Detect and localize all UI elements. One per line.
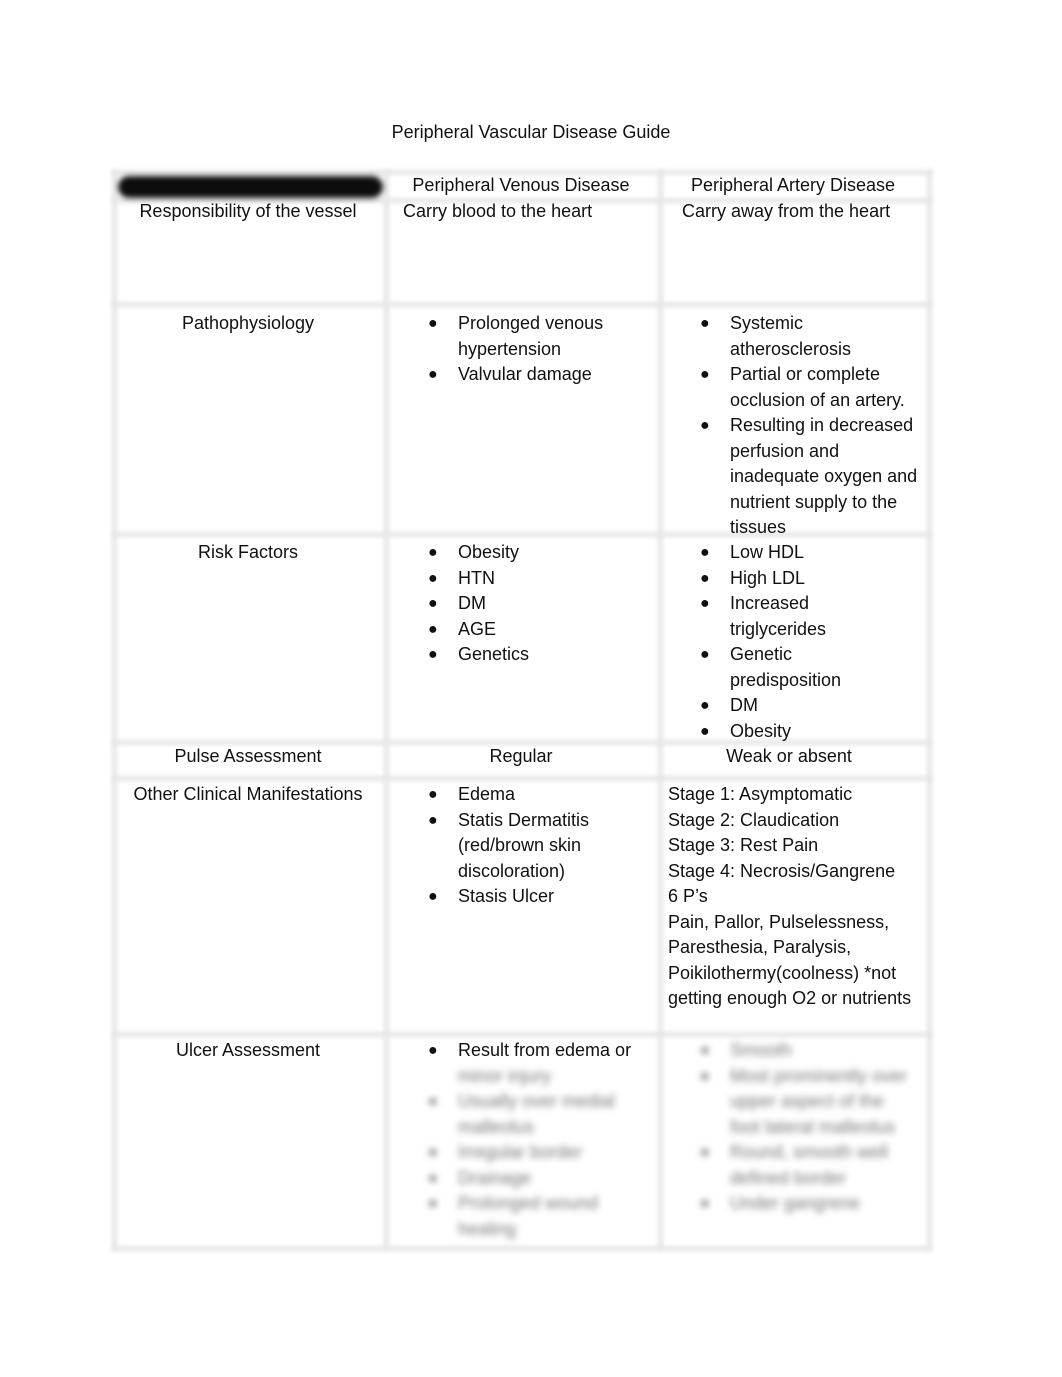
arterial-manifestations: Stage 1: Asymptomatic Stage 2: Claudicat… [668, 782, 923, 1012]
list-item: ● Drainage [428, 1166, 648, 1192]
list-item: ● Resulting in decreased perfusion and in… [700, 415, 918, 537]
arterial-risk-factors-list: ● Low HDL ● High LDL ● Increased triglyceri… [700, 540, 880, 745]
arterial-pulse: Weak or absent [726, 746, 852, 766]
bullet-icon: ● [428, 811, 438, 829]
bullet-icon: ● [428, 888, 438, 905]
bullet-icon: ● [700, 1195, 710, 1212]
blurred-content: minor injury ● Usually over medial malleo… [428, 1064, 648, 1243]
venous-responsibility: Carry blood to the heart [403, 201, 593, 221]
list-item: ● Stasis Ulcer [428, 884, 608, 910]
venous-risk-factors-list: ● Obesity ● HTN ● DM ● AGE ● Genetics [428, 540, 658, 668]
bullet-icon: ● [700, 544, 710, 561]
grid-line [112, 1032, 932, 1037]
arterial-ulcer-list: ● Smooth ● Most prominently over upper asp… [700, 1038, 915, 1217]
grid-line [384, 170, 389, 1250]
bullet-icon: ● [428, 366, 438, 383]
bullet-icon: ● [428, 1144, 438, 1161]
bullet-icon: ● [428, 1042, 438, 1059]
bullet-icon: ● [428, 1195, 438, 1212]
bullet-icon: ● [700, 646, 710, 663]
venous-column-header: Peripheral Venous Disease [412, 175, 630, 195]
list-item: ● HTN [428, 566, 658, 592]
list-item: ● AGE [428, 617, 658, 643]
list-item: ● Prolonged wound healing [428, 1193, 599, 1239]
list-item: ● Valvular damage [428, 362, 658, 388]
list-item: ● DM [700, 693, 880, 719]
six-ps-description: Pain, Pallor, Pulselessness, Paresthesia… [668, 911, 912, 1009]
list-item: ● DM [428, 591, 658, 617]
list-item: ● Result from edema or [428, 1038, 648, 1064]
grid-line [112, 776, 932, 781]
grid-line [112, 1246, 932, 1251]
arterial-column-header: Peripheral Artery Disease [690, 175, 896, 195]
list-item: ● Obesity [700, 719, 880, 745]
stage-line: Stage 4: Necrosis/Gangrene [668, 860, 896, 881]
redacted-header-cell [118, 176, 383, 198]
row-label-pulse: Pulse Assessment [174, 746, 322, 766]
bullet-icon: ● [428, 786, 438, 803]
list-item: ● Smooth [700, 1038, 915, 1064]
venous-manifestations-list: ● Edema ● Statis Dermatitis (red/brown ski… [428, 782, 608, 910]
list-item: ● Partial or complete occlusion of an art… [700, 364, 905, 410]
bullet-icon: ● [700, 697, 710, 714]
bullet-icon: ● [428, 544, 438, 561]
stage-line: Stage 2: Claudication [668, 809, 840, 830]
bullet-icon: ● [700, 595, 710, 612]
bullet-icon: ● [700, 417, 710, 434]
grid-line [658, 170, 663, 1250]
bullet-icon: ● [428, 1093, 438, 1110]
bullet-icon: ● [700, 366, 710, 383]
list-item: ● High LDL [700, 566, 880, 592]
bullet-icon: ● [428, 620, 438, 638]
list-item: ● Statis Dermatitis (red/brown skin disco… [428, 809, 590, 881]
grid-line [927, 170, 932, 1250]
venous-pathophysiology-list: ● Prolonged venous hypertension ● Valvular… [428, 311, 658, 388]
list-item: ● Prolonged venous hypertension [428, 313, 604, 359]
list-item: ● Edema [428, 782, 608, 808]
arterial-responsibility: Carry away from the heart [682, 201, 891, 221]
document-title: Peripheral Vascular Disease Guide [391, 122, 671, 142]
bullet-icon: ● [428, 569, 438, 587]
list-item: ● Obesity [428, 540, 658, 566]
list-item: ● Under gangrene [700, 1191, 915, 1217]
row-label-other-manifestations: Other Clinical Manifestations [133, 784, 363, 804]
grid-line [112, 302, 932, 307]
six-ps-heading: 6 P’s [668, 886, 708, 906]
bullet-icon: ● [428, 1169, 438, 1187]
list-item: ● Irregular border [428, 1140, 648, 1166]
list-item: ● Genetics [428, 642, 658, 668]
bullet-icon: ● [700, 1144, 710, 1161]
row-label-responsibility: Responsibility of the vessel [139, 201, 357, 221]
list-item: ● Round, smooth well defined border [700, 1142, 889, 1188]
bullet-icon: ● [700, 315, 710, 332]
list-item: ● Low HDL [700, 540, 880, 566]
bullet-icon: ● [428, 646, 438, 663]
venous-pulse: Regular [489, 746, 553, 766]
stage-line: Stage 3: Rest Pain [668, 835, 819, 855]
row-label-pathophysiology: Pathophysiology [181, 313, 315, 333]
venous-ulcer-list: ● Result from edema or minor injury ● Usua… [428, 1038, 648, 1243]
bullet-icon: ● [428, 315, 438, 332]
list-item: ● Most prominently over upper aspect of t… [700, 1065, 908, 1137]
bullet-icon: ● [700, 1067, 710, 1085]
bullet-icon: ● [700, 1042, 710, 1059]
bullet-icon: ● [428, 595, 438, 612]
row-label-risk-factors: Risk Factors [197, 542, 298, 562]
list-item: ● Increased triglycerides [700, 593, 827, 639]
list-item: ● Systemic atherosclerosis [700, 313, 852, 359]
bullet-icon: ● [700, 722, 710, 740]
stage-line: Stage 1: Asymptomatic [668, 784, 853, 804]
list-item: ● Genetic predisposition [700, 644, 842, 690]
list-item: minor injury [458, 1065, 552, 1086]
row-label-ulcer: Ulcer Assessment [175, 1040, 321, 1060]
bullet-icon: ● [700, 569, 710, 587]
list-item: ● Usually over medial malleolus [428, 1091, 616, 1137]
arterial-pathophysiology-list: ● Systemic atherosclerosis ● Partial or co… [700, 311, 925, 541]
